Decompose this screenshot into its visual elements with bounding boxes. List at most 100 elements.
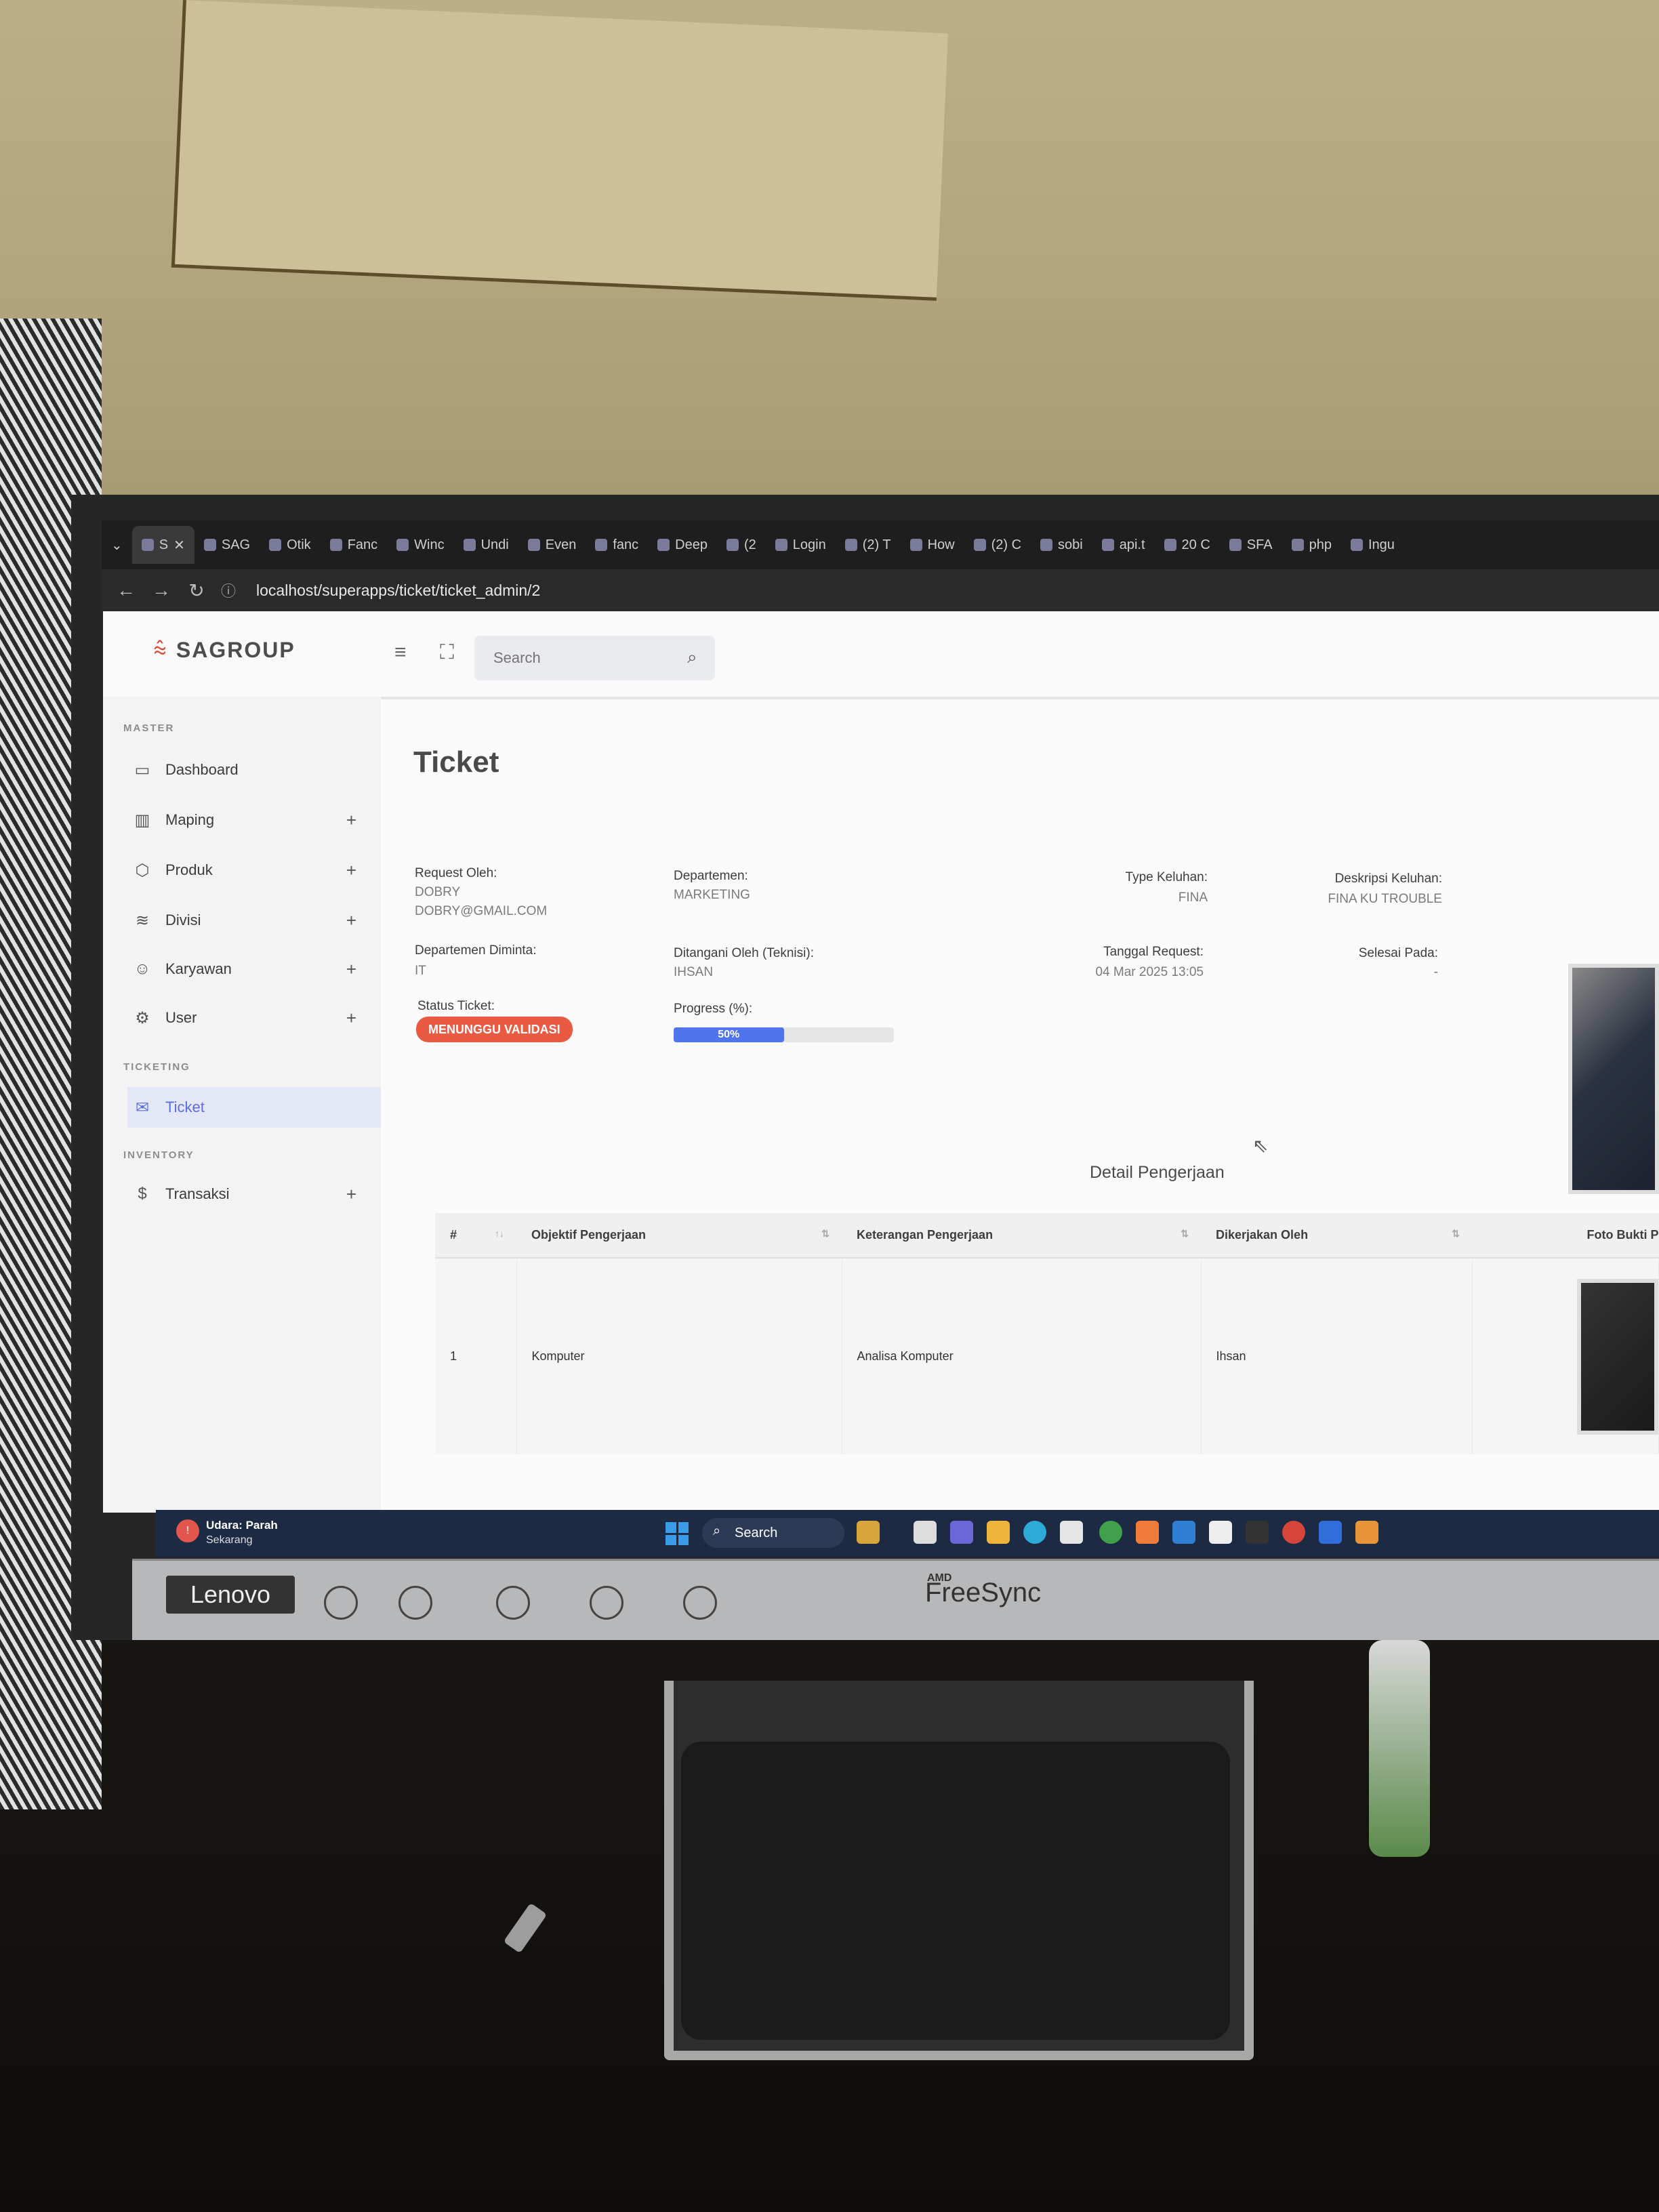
type-label: Type Keluhan: [1125,870,1208,884]
sidebar-item-user[interactable]: ⚙ User + [133,998,377,1038]
app-icon[interactable] [1355,1521,1378,1544]
url-field[interactable]: localhost/superapps/ticket/ticket_admin/… [256,581,540,600]
sidebar-item-dashboard[interactable]: ▭ Dashboard [133,750,377,790]
table-header[interactable]: # ↑↓ [435,1213,516,1258]
site-info-icon[interactable]: ⓘ [221,579,236,601]
sidebar-item-label: Produk [165,861,213,878]
teams-icon[interactable] [950,1521,973,1544]
users-icon: ☺ [134,960,151,978]
sort-icon[interactable]: ⇅ [1181,1228,1189,1240]
lenovo-logo: Lenovo [166,1576,295,1614]
brand-logo-icon: ⩯ [153,637,167,663]
reload-icon[interactable]: ↻ [186,579,207,602]
table-header[interactable]: Dikerjakan Oleh ⇅ [1201,1213,1472,1258]
table-header[interactable]: Objektif Pengerjaan ⇅ [516,1213,842,1258]
expand-icon[interactable]: + [346,860,356,881]
sidebar-item-maping[interactable]: ▥ Maping + [133,800,377,840]
expand-icon[interactable]: + [346,1184,356,1205]
handler-label: Ditangani Oleh (Teknisi): [674,946,814,960]
browser-tab[interactable]: sobi [1031,526,1092,564]
taskbar-search[interactable]: Search [702,1518,844,1548]
tab-label: Login [792,537,826,552]
browser-tab[interactable]: php [1282,526,1341,564]
sidebar-item-karyawan[interactable]: ☺ Karyawan + [133,949,377,989]
bottle [1369,1640,1430,1857]
browser-tab[interactable]: S ✕ [131,526,194,564]
tab-favicon-icon [1101,539,1114,551]
browser-tab[interactable]: Otik [260,526,321,564]
tab-list-button[interactable]: ⌄ [102,526,132,564]
terminal-icon[interactable] [1246,1521,1269,1544]
expand-icon[interactable]: + [346,910,356,931]
widget-app-icon[interactable] [857,1521,880,1544]
brand-name: SAGROUP [176,638,295,662]
start-button[interactable] [665,1522,689,1545]
sort-icon[interactable]: ↑↓ [495,1228,504,1239]
dev-tool-icon[interactable] [1209,1521,1232,1544]
fullscreen-icon[interactable]: ⛶ [440,641,454,664]
chrome-icon[interactable] [1099,1521,1122,1544]
browser-tab[interactable]: Ingu [1341,526,1404,564]
browser-tab[interactable]: 20 C [1155,526,1220,564]
notepad-icon[interactable] [1319,1521,1342,1544]
browser-tab[interactable]: api.t [1092,526,1155,564]
task-view-icon[interactable] [914,1521,937,1544]
sidebar-item-produk[interactable]: ⬡ Produk + [133,850,377,890]
search-input[interactable] [474,636,715,680]
department-label: Departemen: [674,869,748,883]
close-tab-icon[interactable]: ✕ [173,537,185,554]
proof-photo-thumbnail[interactable] [1577,1278,1658,1435]
weather-title[interactable]: Udara: Parah [206,1519,278,1532]
forward-icon[interactable]: → [150,579,172,601]
file-explorer-icon[interactable] [987,1521,1010,1544]
expand-icon[interactable]: + [346,959,356,980]
browser-tab[interactable]: Deep [648,526,717,564]
browser-tab[interactable]: Fanc [321,526,387,564]
progress-bar: 50% [674,1027,894,1042]
chrome-dev-icon[interactable] [1282,1521,1305,1544]
description-value: FINA KU TROUBLE [1328,892,1442,906]
browser-tab[interactable]: Undi [454,526,518,564]
detail-table: # ↑↓ Objektif Pengerjaan ⇅ Keterangan Peng… [435,1213,1659,1454]
weather-icon[interactable]: ! [176,1519,199,1542]
menu-toggle-icon[interactable]: ≡ [394,641,407,664]
sort-icon[interactable]: ⇅ [821,1228,830,1240]
tab-label: php [1309,537,1332,552]
table-header[interactable]: Foto Bukti P [1472,1213,1659,1258]
table-header[interactable]: Keterangan Pengerjaan ⇅ [842,1213,1201,1258]
browser-tab[interactable]: (2) T [836,526,901,564]
status-badge: MENUNGGU VALIDASI [416,1017,573,1042]
back-icon[interactable]: ← [115,579,137,601]
browser-tab[interactable]: How [901,526,964,564]
progress-fill: 50% [674,1027,784,1042]
expand-icon[interactable]: + [346,810,356,831]
browser-tab[interactable]: Login [766,526,836,564]
tab-favicon-icon [1229,539,1242,551]
store-icon[interactable] [1060,1521,1083,1544]
sort-icon[interactable]: ⇅ [1452,1228,1460,1240]
browser-tab[interactable]: (2 [717,526,766,564]
request-name: DOBRY [415,885,461,899]
tab-label: Winc [414,537,445,552]
browser-tab[interactable]: Winc [387,526,453,564]
request-label: Request Oleh: [415,866,497,880]
browser-tab[interactable]: SAG [194,526,260,564]
sidebar-item-transaksi[interactable]: $ Transaksi + [133,1174,377,1214]
expand-icon[interactable]: + [346,1008,356,1029]
progress-label: Progress (%): [674,1002,753,1016]
browser-tab[interactable]: SFA [1220,526,1282,564]
edge-icon[interactable] [1023,1521,1046,1544]
sidebar-item-ticket[interactable]: ✉ Ticket [127,1087,381,1128]
sidebar-item-divisi[interactable]: ≋ Divisi + [133,900,377,941]
browser-tab[interactable]: (2) C [964,526,1031,564]
browser-tab[interactable]: Even [518,526,586,564]
browser-tab[interactable]: fanc [586,526,648,564]
vscode-icon[interactable] [1172,1521,1195,1544]
tab-favicon-icon [269,539,282,551]
complaint-photo[interactable] [1568,964,1659,1194]
section-label-ticketing: TICKETING [123,1061,190,1073]
search-icon[interactable]: ⌕ [687,647,697,668]
xampp-icon[interactable] [1136,1521,1159,1544]
brand[interactable]: ⩯ SAGROUP [153,637,295,663]
section-label-master: MASTER [123,722,175,734]
